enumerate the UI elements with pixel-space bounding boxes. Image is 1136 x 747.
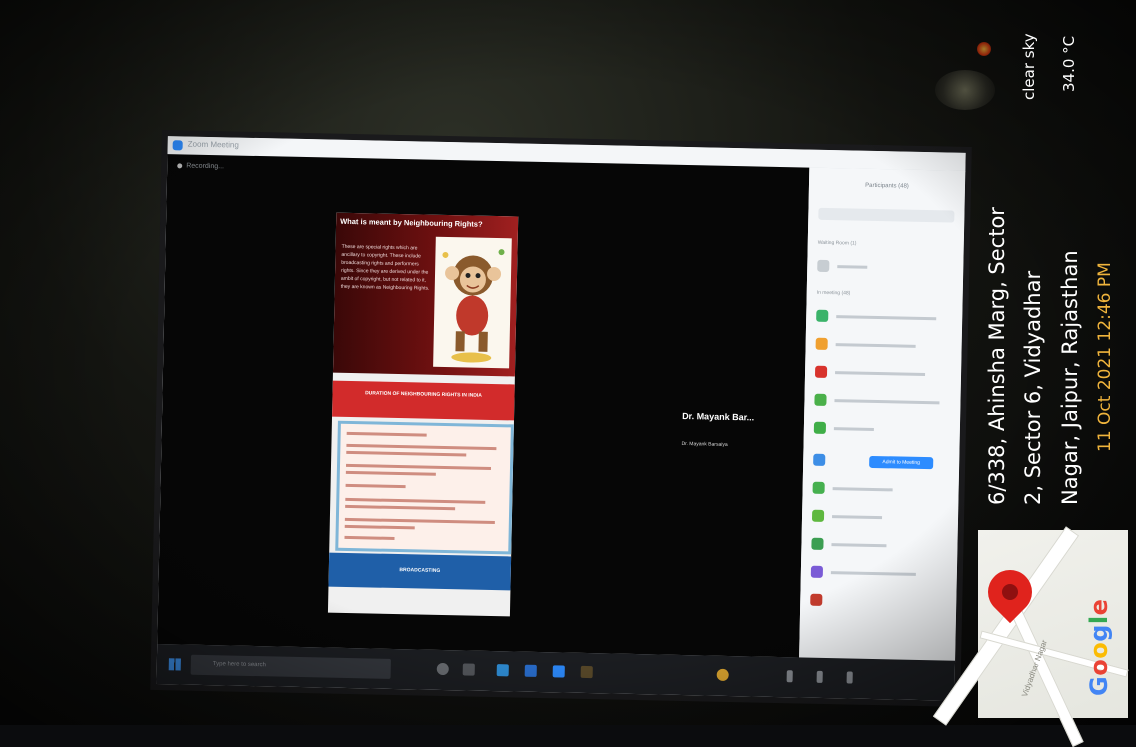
participant-row[interactable] <box>814 365 955 383</box>
recording-indicator[interactable]: Recording... <box>177 162 224 170</box>
participant-row[interactable] <box>814 393 954 411</box>
avatar <box>814 365 828 378</box>
avatar <box>810 593 823 606</box>
avatar <box>811 537 824 550</box>
cortana-icon[interactable] <box>436 662 449 676</box>
tray-volume-icon[interactable] <box>846 671 853 684</box>
avatar <box>816 309 829 322</box>
slide-body-line <box>345 463 492 470</box>
lamp-light-icon <box>977 42 991 56</box>
slide-body-line <box>346 450 467 457</box>
record-dot-icon <box>177 162 183 169</box>
waiting-room-label: Waiting Room (1) <box>817 239 857 247</box>
slide-section-banner: DURATION OF NEIGHBOURING RIGHTS IN INDIA <box>332 380 515 421</box>
participant-row[interactable] <box>813 453 953 471</box>
avatar <box>811 509 825 522</box>
location-pin-icon <box>978 560 1042 624</box>
slide-body-line <box>345 483 406 489</box>
zoom-taskbar-icon[interactable] <box>552 665 565 678</box>
monkey-illustration-icon <box>433 236 512 369</box>
slide-body-line <box>345 497 486 504</box>
file-explorer-icon[interactable] <box>580 665 593 679</box>
participant-name <box>831 543 887 548</box>
slide-body-line <box>346 431 427 437</box>
participants-header: Participants (48) <box>865 182 909 190</box>
participant-name <box>836 315 937 321</box>
avatar <box>810 565 824 578</box>
participant-row[interactable] <box>811 509 952 527</box>
monitor-screen: Zoom Meeting Recording... What is meant … <box>156 136 966 701</box>
participant-name <box>832 515 883 520</box>
recording-label: Recording... <box>186 162 225 171</box>
avatar <box>815 337 828 350</box>
geotag-address-line-1: 6/338, Ahinsha Marg, Sector <box>985 207 1009 505</box>
slide-body-line <box>345 504 456 511</box>
participant-name <box>833 427 874 431</box>
slide-body-line <box>345 470 436 476</box>
temperature: 34.0 °C <box>1060 35 1078 92</box>
zoom-video-area: Recording... What is meant by Neighbouri… <box>157 154 810 658</box>
slide-section-heading: DURATION OF NEIGHBOURING RIGHTS IN INDIA <box>365 390 482 399</box>
zoom-app-icon <box>172 140 183 151</box>
slide-intro-text: These are special rights which are ancil… <box>340 243 430 292</box>
participant-row[interactable] <box>811 537 951 555</box>
task-view-icon[interactable] <box>462 663 475 676</box>
geotag-timestamp: 11 Oct 2021 12:46 PM <box>1095 262 1115 452</box>
participant-name <box>837 265 868 269</box>
in-meeting-label: In meeting (48) <box>816 289 851 297</box>
slide-top-section: What is meant by Neighbouring Rights? Th… <box>332 212 519 377</box>
participant-name <box>830 571 916 576</box>
lamp <box>935 70 995 110</box>
participant-name <box>835 343 916 348</box>
taskbar-search-placeholder: Type here to search <box>212 661 266 669</box>
avatar <box>812 481 825 494</box>
participant-row[interactable] <box>815 337 955 355</box>
taskbar-search-input[interactable]: Type here to search <box>190 654 391 679</box>
weather-condition: clear sky <box>1020 33 1038 100</box>
photo-background: Zoom Meeting Recording... What is meant … <box>0 0 1136 725</box>
geotag-address-line-3: Nagar, Jaipur, Rajasthan <box>1058 250 1082 505</box>
slide-body-line <box>344 524 415 530</box>
participant-name <box>834 399 940 405</box>
pin-center <box>998 580 1022 604</box>
slide-body-line <box>344 535 395 540</box>
slide-body-line <box>344 517 495 525</box>
slide-body-box <box>335 420 514 555</box>
edge-browser-icon[interactable] <box>496 664 509 677</box>
participants-panel: Participants (48) Waiting Room (1) In me… <box>799 167 966 661</box>
slide-footer-banner: BROADCASTING <box>328 552 512 591</box>
participant-name <box>832 487 893 492</box>
avatar <box>814 393 827 406</box>
participant-row[interactable] <box>810 565 951 583</box>
participant-row[interactable] <box>817 259 957 277</box>
weather-tray-icon[interactable] <box>716 668 729 681</box>
tray-chevron-icon[interactable] <box>786 670 793 683</box>
participant-search-input[interactable] <box>818 207 955 223</box>
slide-title: What is meant by Neighbouring Rights? <box>340 216 483 229</box>
participant-row[interactable] <box>810 593 950 611</box>
slide-body-line <box>346 443 497 451</box>
word-icon[interactable] <box>524 664 537 677</box>
participant-row[interactable] <box>816 309 956 327</box>
avatar <box>813 453 826 466</box>
tray-network-icon[interactable] <box>816 670 823 683</box>
geotag-address-line-2: 2, Sector 6, Vidyadhar <box>1021 270 1045 505</box>
avatar <box>813 421 827 434</box>
avatar <box>817 259 830 273</box>
shared-slide: What is meant by Neighbouring Rights? Th… <box>327 212 519 617</box>
slide-footer-label: BROADCASTING <box>399 567 441 574</box>
presenter-subtitle: Dr. Mayank Barsaiya <box>681 440 728 448</box>
participant-name <box>835 371 926 377</box>
windows-start-icon[interactable] <box>168 658 181 671</box>
monitor: Zoom Meeting Recording... What is meant … <box>150 130 972 707</box>
presenter-name: Dr. Mayank Bar... <box>682 410 755 423</box>
participant-row[interactable] <box>813 421 954 439</box>
participant-row[interactable] <box>812 481 952 499</box>
google-logo: Google <box>1085 598 1113 696</box>
zoom-app-title: Zoom Meeting <box>187 139 239 150</box>
